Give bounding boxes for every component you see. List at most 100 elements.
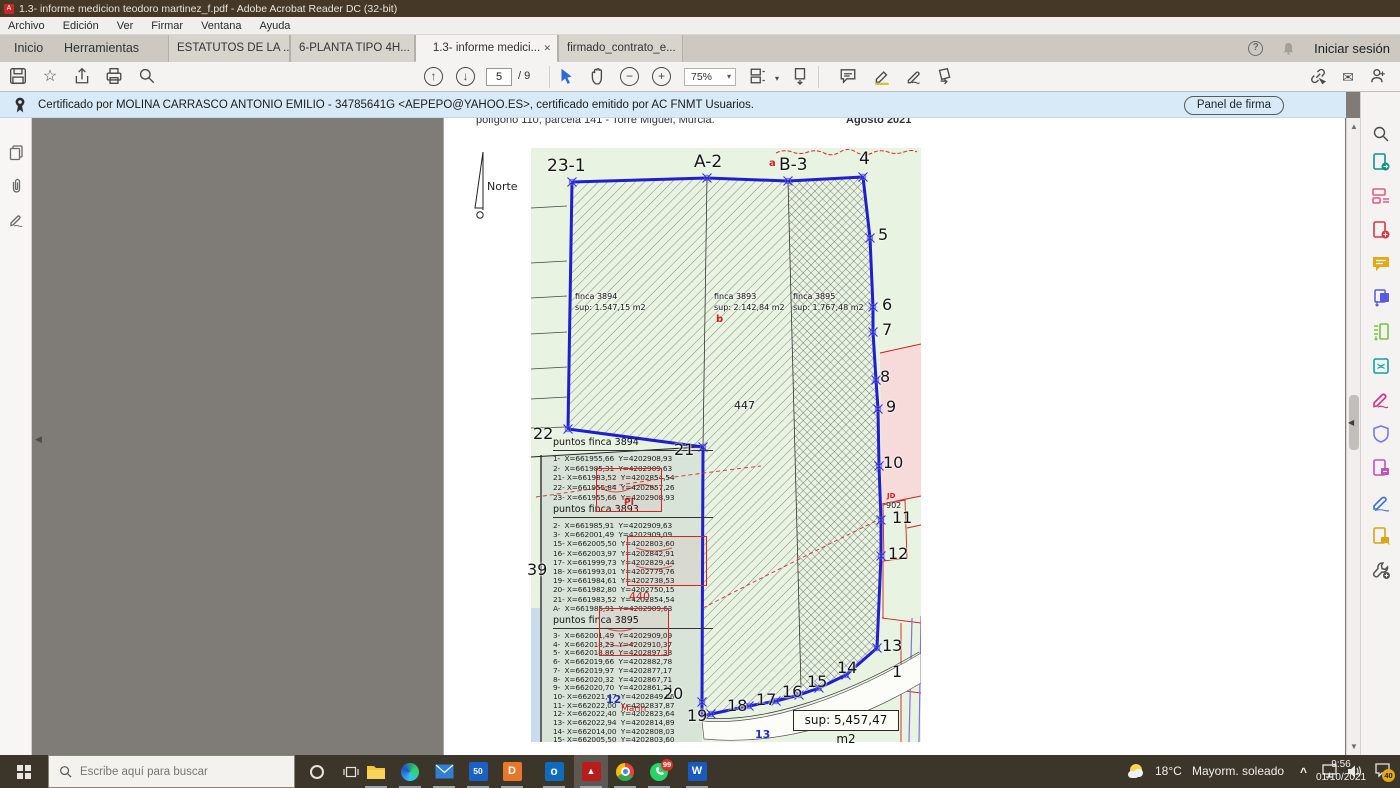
page-fit-caret-icon[interactable]: ▾ (767, 67, 787, 87)
comment-icon[interactable] (838, 67, 858, 87)
panel-de-firma-button[interactable]: Panel de firma (1184, 96, 1284, 115)
outlook-icon: o (545, 762, 564, 781)
tab-inicio[interactable]: Inicio (8, 35, 49, 62)
weather-description[interactable]: Mayorm. soleado (1192, 755, 1284, 788)
vertical-scrollbar[interactable]: ▲ ▼ ◀ (1346, 118, 1360, 755)
edge-button[interactable] (393, 755, 427, 788)
start-button[interactable] (0, 755, 48, 788)
collapse-left-panel-icon[interactable]: ◀ (35, 434, 42, 445)
tab-doc-estatutos[interactable]: ESTATUTOS DE LA ... (168, 35, 290, 62)
export-pdf-icon[interactable] (1371, 152, 1391, 172)
page-fit-icon[interactable] (748, 67, 768, 87)
taskbar-search[interactable] (48, 755, 295, 788)
jd-annotation: JD (887, 492, 895, 500)
vertex-label: 4 (859, 151, 870, 168)
blue-13-label: 13 (755, 728, 770, 741)
find-tools-search-icon[interactable] (1371, 124, 1391, 144)
organize-pages-icon[interactable] (1371, 322, 1391, 342)
protect-shield-icon[interactable] (1371, 424, 1391, 444)
hand-tool-icon[interactable] (588, 67, 608, 87)
scroll-up-icon[interactable]: ▲ (1350, 122, 1358, 131)
account-person-icon[interactable] (1368, 67, 1388, 87)
whatsapp-button[interactable]: 99 (642, 755, 676, 788)
sign-in-button[interactable]: Iniciar sesión (1314, 41, 1390, 56)
next-page-icon[interactable]: ↓ (456, 67, 475, 86)
media-app-button[interactable]: D (495, 755, 529, 788)
attachments-paperclip-icon[interactable] (8, 178, 25, 195)
taskbar-clock[interactable]: 9:56 01/10/2021 (1310, 758, 1372, 784)
acrobat-button[interactable]: ▲ (574, 755, 608, 788)
mail-button[interactable] (427, 755, 461, 788)
taskbar-search-input[interactable] (80, 766, 270, 778)
outlook-button[interactable]: o (537, 755, 571, 788)
stamp-tool-icon[interactable] (934, 67, 954, 87)
tab-herramientas[interactable]: Herramientas (58, 35, 145, 62)
fill-and-sign-icon[interactable] (1371, 390, 1391, 410)
scrolling-mode-icon[interactable] (790, 67, 810, 87)
fill-sign-icon[interactable] (904, 67, 924, 87)
caret-down-icon: ▾ (727, 69, 731, 85)
chrome-button[interactable] (608, 755, 642, 788)
create-pdf-icon[interactable] (1371, 220, 1391, 240)
share-link-icon[interactable] (1308, 67, 1328, 87)
finca-name: finca 3895 (793, 292, 864, 303)
previous-page-icon[interactable]: ↑ (424, 67, 443, 86)
parcel-447-label: 447 (734, 400, 755, 411)
cortana-button[interactable] (300, 755, 334, 788)
page-number-input[interactable] (486, 68, 512, 86)
highlight-icon[interactable] (872, 67, 892, 87)
menu-ayuda[interactable]: Ayuda (259, 20, 290, 32)
vertex-label: 18 (727, 698, 747, 714)
vertex-label: 15 (807, 674, 827, 690)
request-signatures-icon[interactable] (1371, 526, 1391, 546)
zoom-in-icon[interactable]: + (652, 67, 671, 86)
save-icon[interactable] (8, 67, 28, 87)
file-explorer-button[interactable] (359, 755, 393, 788)
vertex-label: 10 (883, 455, 903, 471)
menu-firmar[interactable]: Firmar (151, 20, 183, 32)
zoom-out-icon[interactable]: − (620, 67, 639, 86)
tray-chevron-icon[interactable]: ^ (1300, 756, 1307, 788)
tab-label: 1.3- informe medici... (433, 42, 540, 54)
search-icon[interactable] (137, 67, 157, 87)
scroll-down-icon[interactable]: ▼ (1350, 742, 1358, 751)
weather-icon[interactable] (1128, 763, 1145, 780)
menu-edicion[interactable]: Edición (63, 20, 99, 32)
point-1-label: 1 (892, 664, 902, 680)
star-icon[interactable]: ☆ (40, 67, 60, 87)
word-icon: W (688, 762, 707, 781)
comment-tool-icon[interactable] (1371, 254, 1391, 274)
finca-3895-label: finca 3895 sup: 1.767,48 m2 (793, 292, 864, 313)
scan-ocr-icon[interactable] (1371, 458, 1391, 478)
tab-doc-contrato[interactable]: firmado_contrato_e... (558, 35, 683, 62)
certificates-pen-icon[interactable] (1371, 492, 1391, 512)
combine-files-icon[interactable] (1371, 288, 1391, 308)
bell-icon[interactable] (1281, 41, 1296, 56)
edit-pdf-icon[interactable] (1371, 186, 1391, 206)
title-bar: A 1.3- informe medicion teodoro martinez… (0, 0, 1400, 17)
more-tools-wrench-icon[interactable] (1371, 560, 1391, 580)
menu-ver[interactable]: Ver (117, 20, 134, 32)
tab-bar: Inicio Herramientas ESTATUTOS DE LA ... … (0, 35, 1400, 62)
menu-ventana[interactable]: Ventana (201, 20, 241, 32)
vertex-label: A-2 (694, 154, 722, 171)
collapse-right-panel-icon[interactable]: ◀ (1348, 418, 1354, 427)
select-tool-icon[interactable] (556, 67, 576, 87)
menu-archivo[interactable]: Archivo (8, 20, 45, 32)
notification-center-icon[interactable]: 40 (1374, 762, 1391, 783)
compress-pdf-icon[interactable] (1371, 356, 1391, 376)
zoom-level-select[interactable]: 75% ▾ (684, 68, 736, 86)
word-button[interactable]: W (680, 755, 714, 788)
weather-temp[interactable]: 18°C (1155, 755, 1182, 788)
tab-close-icon[interactable]: ✕ (543, 35, 551, 62)
parcel-902-label: 902 (886, 502, 901, 510)
sage50-button[interactable]: 50 (461, 755, 495, 788)
signatures-pen-icon[interactable] (8, 212, 25, 229)
print-icon[interactable] (104, 67, 124, 87)
page-thumbnails-icon[interactable] (8, 144, 25, 161)
share-upload-icon[interactable] (72, 67, 92, 87)
email-icon[interactable]: ✉ (1338, 67, 1358, 87)
tab-doc-planta[interactable]: 6-PLANTA TIPO 4H... (290, 35, 415, 62)
help-icon[interactable]: ? (1248, 41, 1263, 56)
tab-doc-informe-active[interactable]: 1.3- informe medici... ✕ (415, 35, 558, 62)
